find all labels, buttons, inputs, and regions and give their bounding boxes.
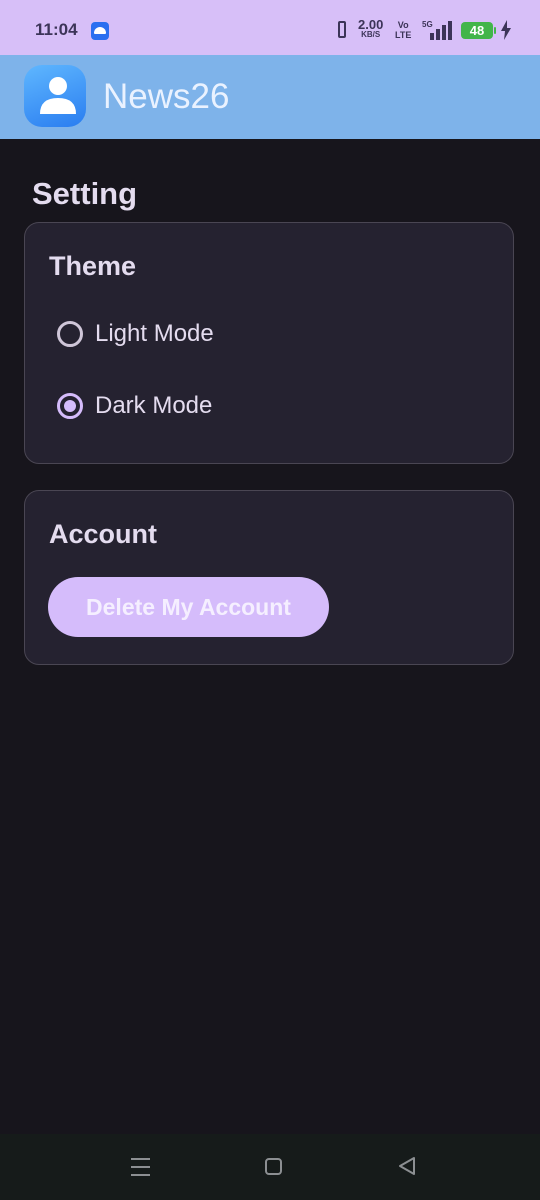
app-bar: News26 <box>0 55 540 139</box>
network-type: 5G <box>422 20 433 29</box>
radio-label-light-mode[interactable]: Light Mode <box>95 320 214 348</box>
delete-account-button[interactable]: Delete My Account <box>48 577 329 637</box>
radio-button-dark-mode[interactable] <box>57 393 83 419</box>
radio-option-dark-mode[interactable]: Dark Mode <box>57 389 212 423</box>
person-icon <box>24 65 86 127</box>
app-title: News26 <box>103 77 230 116</box>
signal-icon: 5G <box>422 20 454 40</box>
menu-icon[interactable] <box>131 1158 150 1176</box>
home-icon[interactable] <box>265 1158 282 1175</box>
theme-card: Theme Light Mode Dark Mode <box>24 222 514 464</box>
vibrate-icon <box>336 21 348 39</box>
volte-indicator: Vo LTE <box>395 20 411 40</box>
net-speed-unit: KB/S <box>361 30 381 39</box>
radio-button-light-mode[interactable] <box>57 321 83 347</box>
status-time: 11:04 <box>35 20 78 39</box>
account-card: Account Delete My Account <box>24 490 514 665</box>
radio-label-dark-mode[interactable]: Dark Mode <box>95 392 212 420</box>
theme-card-title: Theme <box>49 251 137 281</box>
account-card-title: Account <box>49 519 157 549</box>
system-nav-bar <box>0 1134 540 1200</box>
status-bar: 11:04 2.00 KB/S Vo LTE 5G 48 <box>0 0 540 55</box>
android-notification-icon <box>91 22 109 40</box>
back-icon[interactable] <box>397 1156 417 1176</box>
network-speed: 2.00 KB/S <box>358 18 383 39</box>
volte-top: Vo <box>397 20 409 30</box>
page-title: Setting <box>32 176 138 211</box>
volte-bottom: LTE <box>395 30 412 40</box>
battery-icon: 48 <box>461 22 496 39</box>
radio-option-light-mode[interactable]: Light Mode <box>57 317 214 351</box>
charging-icon <box>501 20 511 40</box>
